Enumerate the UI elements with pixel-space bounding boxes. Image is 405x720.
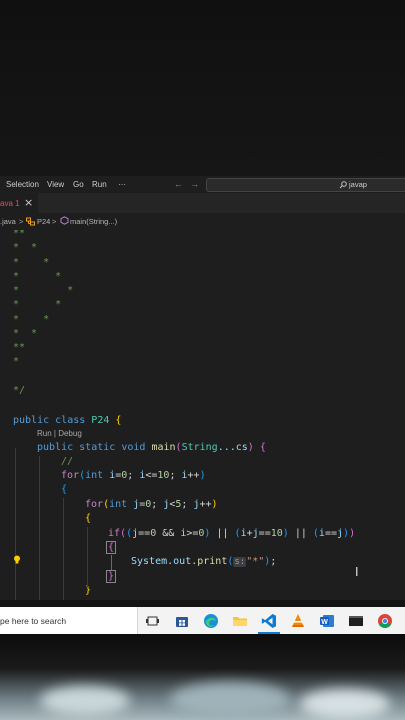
inline-comment: // [61,456,74,467]
edge-icon[interactable] [203,613,219,629]
lightbulb-icon[interactable] [13,555,21,565]
tab-bar: ava 1 × [0,193,405,213]
comment-line: * [13,356,20,367]
store-icon[interactable] [174,613,190,629]
inner-for-close-brace: } [85,585,92,596]
inner-for-brace: { [85,513,92,524]
command-center-search[interactable]: javap [206,178,405,192]
blur-shape [300,689,390,719]
blur-shape [170,682,290,718]
taskbar-search-placeholder: pe here to search [0,616,67,626]
tab-p24-java[interactable]: ava 1 × [0,193,38,213]
file-explorer-icon[interactable] [232,613,248,629]
indent-guide [87,527,88,587]
codelens-run-debug[interactable]: Run | Debug [37,429,82,438]
outer-for-loop: for(int i=0; i<=10; i++) [61,470,206,481]
menu-view[interactable]: View [47,180,64,189]
nav-back-icon[interactable]: ← [174,179,183,189]
outer-for-brace: { [61,484,68,495]
code-editor[interactable]: ** * * * * * * * * * * * * * * ** * */ p… [0,230,405,600]
word-icon[interactable]: W [319,613,335,629]
comment-line: * * [13,299,62,310]
vlc-icon[interactable] [290,613,306,629]
class-declaration: public class P24 { [13,415,122,426]
chevron-right-icon: > [19,217,24,226]
task-view-icon[interactable] [145,613,161,629]
svg-text:W: W [321,619,328,626]
chevron-right-icon: > [52,217,57,226]
terminal-icon[interactable] [348,613,364,629]
video-top-area [0,0,405,176]
chrome-icon[interactable] [377,613,393,629]
breadcrumb-method[interactable]: main(String...) [70,217,117,226]
blurred-background [0,634,405,720]
comment-line: * * [13,242,38,253]
class-icon [26,217,35,226]
inner-for-loop: for(int j=0; j<5; j++) [85,499,218,510]
nav-forward-icon[interactable]: → [190,179,199,189]
if-close-brace: } [106,570,117,583]
parameter-hint: s: [233,557,247,567]
search-query: javap [349,180,367,189]
taskbar-search-box[interactable]: pe here to search [0,607,138,634]
comment-line: * * [13,257,50,268]
if-open-brace: { [106,541,117,554]
menu-more[interactable]: ··· [118,180,126,189]
menu-bar: Selection View Go Run ··· ← → javap [0,176,405,193]
tab-label: ava 1 [0,199,20,208]
comment-line: * * [13,271,62,282]
menu-run[interactable]: Run [92,180,107,189]
menu-selection[interactable]: Selection [6,180,39,189]
comment-line: ** [13,230,26,239]
main-declaration: public static void main(String...cs) { [37,442,266,453]
menu-go[interactable]: Go [73,180,84,189]
breadcrumb: .java > P24 > main(String...) [0,213,405,230]
comment-line: * * [13,328,38,339]
close-icon[interactable]: × [24,196,33,209]
text-cursor-icon: I [355,565,359,579]
search-icon [339,181,347,189]
indent-guide [15,448,16,600]
indent-guide [111,555,112,570]
vscode-icon[interactable] [261,613,277,629]
print-statement: System.out.print(s:"*"); [131,556,277,567]
breadcrumb-class[interactable]: P24 [37,217,50,226]
indent-guide [39,456,40,600]
comment-line: * * [13,285,74,296]
breadcrumb-file[interactable]: .java [0,217,16,226]
comment-line: * * [13,314,50,325]
comment-line: ** [13,342,26,353]
blur-shape [40,686,130,716]
comment-end: */ [13,385,26,396]
if-statement: if((j==0 && i>=0) || (i+j==10) || (i==j)… [108,528,356,539]
indent-guide [63,498,64,600]
windows-taskbar: pe here to search W [0,607,405,634]
method-icon [60,216,69,225]
